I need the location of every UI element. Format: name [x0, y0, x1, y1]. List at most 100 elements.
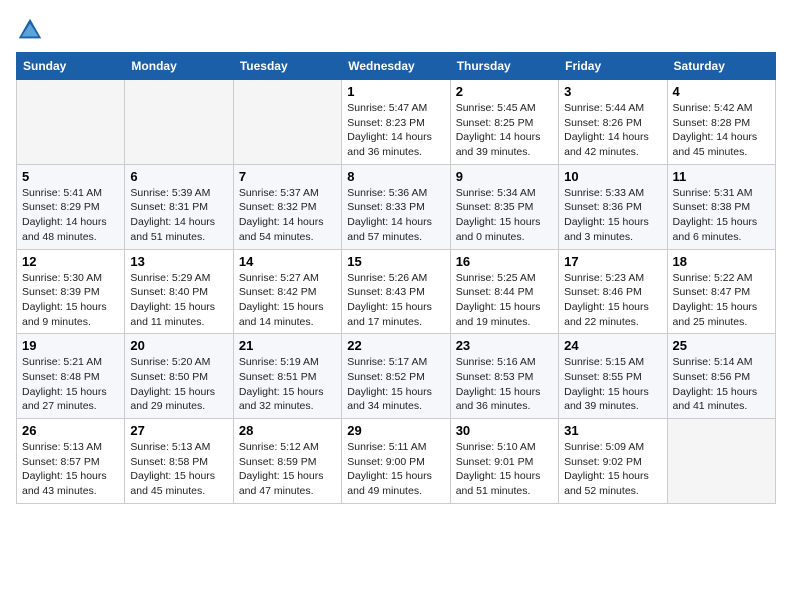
- day-info: Sunrise: 5:29 AM Sunset: 8:40 PM Dayligh…: [130, 271, 227, 330]
- day-info: Sunrise: 5:23 AM Sunset: 8:46 PM Dayligh…: [564, 271, 661, 330]
- day-number: 19: [22, 338, 119, 353]
- day-cell: 12Sunrise: 5:30 AM Sunset: 8:39 PM Dayli…: [17, 249, 125, 334]
- day-cell: 3 Sunrise: 5:44 AM Sunset: 8:26 PM Daylig…: [559, 80, 667, 165]
- day-info: Sunrise: 5:15 AM Sunset: 8:55 PM Dayligh…: [564, 355, 661, 414]
- day-cell: 9 Sunrise: 5:34 AM Sunset: 8:35 PM Daylig…: [450, 164, 558, 249]
- day-info: Sunrise: 5:13 AM Sunset: 8:57 PM Dayligh…: [22, 440, 119, 499]
- day-info: Sunrise: 5:14 AM Sunset: 8:56 PM Dayligh…: [673, 355, 770, 414]
- day-cell: 20 Sunrise: 5:20 AM Sunset: 8:50 PM Dayli…: [125, 334, 233, 419]
- day-number: 17: [564, 254, 661, 269]
- day-cell: 23 Sunrise: 5:16 AM Sunset: 8:53 PM Dayli…: [450, 334, 558, 419]
- day-number: 23: [456, 338, 553, 353]
- day-info: Sunrise: 5:12 AM Sunset: 8:59 PM Dayligh…: [239, 440, 336, 499]
- day-cell: 14 Sunrise: 5:27 AM Sunset: 8:42 PM Dayli…: [233, 249, 341, 334]
- day-cell: 18 Sunrise: 5:22 AM Sunset: 8:47 PM Dayli…: [667, 249, 775, 334]
- day-number: 14: [239, 254, 336, 269]
- day-info: Sunrise: 5:16 AM Sunset: 8:53 PM Dayligh…: [456, 355, 553, 414]
- day-number: 3: [564, 84, 661, 99]
- day-cell: 31Sunrise: 5:09 AM Sunset: 9:02 PM Dayli…: [559, 419, 667, 504]
- day-number: 13: [130, 254, 227, 269]
- day-info: Sunrise: 5:19 AM Sunset: 8:51 PM Dayligh…: [239, 355, 336, 414]
- day-number: 29: [347, 423, 444, 438]
- day-cell: 29Sunrise: 5:11 AM Sunset: 9:00 PM Dayli…: [342, 419, 450, 504]
- day-number: 4: [673, 84, 770, 99]
- column-header-monday: Monday: [125, 53, 233, 80]
- day-number: 31: [564, 423, 661, 438]
- day-info: Sunrise: 5:45 AM Sunset: 8:25 PM Dayligh…: [456, 101, 553, 160]
- day-info: Sunrise: 5:33 AM Sunset: 8:36 PM Dayligh…: [564, 186, 661, 245]
- day-number: 26: [22, 423, 119, 438]
- day-cell: 27 Sunrise: 5:13 AM Sunset: 8:58 PM Dayli…: [125, 419, 233, 504]
- day-cell: 10 Sunrise: 5:33 AM Sunset: 8:36 PM Dayli…: [559, 164, 667, 249]
- day-number: 9: [456, 169, 553, 184]
- day-number: 16: [456, 254, 553, 269]
- day-cell: 28Sunrise: 5:12 AM Sunset: 8:59 PM Dayli…: [233, 419, 341, 504]
- day-cell: 25 Sunrise: 5:14 AM Sunset: 8:56 PM Dayli…: [667, 334, 775, 419]
- day-info: Sunrise: 5:26 AM Sunset: 8:43 PM Dayligh…: [347, 271, 444, 330]
- day-cell: 8 Sunrise: 5:36 AM Sunset: 8:33 PM Daylig…: [342, 164, 450, 249]
- column-header-sunday: Sunday: [17, 53, 125, 80]
- week-row-1: 1 Sunrise: 5:47 AM Sunset: 8:23 PM Daylig…: [17, 80, 776, 165]
- day-info: Sunrise: 5:31 AM Sunset: 8:38 PM Dayligh…: [673, 186, 770, 245]
- day-info: Sunrise: 5:41 AM Sunset: 8:29 PM Dayligh…: [22, 186, 119, 245]
- column-header-saturday: Saturday: [667, 53, 775, 80]
- day-number: 18: [673, 254, 770, 269]
- day-info: Sunrise: 5:36 AM Sunset: 8:33 PM Dayligh…: [347, 186, 444, 245]
- day-info: Sunrise: 5:13 AM Sunset: 8:58 PM Dayligh…: [130, 440, 227, 499]
- day-info: Sunrise: 5:44 AM Sunset: 8:26 PM Dayligh…: [564, 101, 661, 160]
- day-cell: 4 Sunrise: 5:42 AM Sunset: 8:28 PM Daylig…: [667, 80, 775, 165]
- logo-icon: [16, 16, 44, 44]
- day-cell: 19Sunrise: 5:21 AM Sunset: 8:48 PM Dayli…: [17, 334, 125, 419]
- week-row-4: 19Sunrise: 5:21 AM Sunset: 8:48 PM Dayli…: [17, 334, 776, 419]
- day-cell: 24 Sunrise: 5:15 AM Sunset: 8:55 PM Dayli…: [559, 334, 667, 419]
- header: [16, 16, 776, 44]
- day-info: Sunrise: 5:34 AM Sunset: 8:35 PM Dayligh…: [456, 186, 553, 245]
- day-number: 25: [673, 338, 770, 353]
- week-row-5: 26 Sunrise: 5:13 AM Sunset: 8:57 PM Dayli…: [17, 419, 776, 504]
- week-row-2: 5 Sunrise: 5:41 AM Sunset: 8:29 PM Daylig…: [17, 164, 776, 249]
- day-number: 7: [239, 169, 336, 184]
- day-cell: 22 Sunrise: 5:17 AM Sunset: 8:52 PM Dayli…: [342, 334, 450, 419]
- day-number: 22: [347, 338, 444, 353]
- calendar: SundayMondayTuesdayWednesdayThursdayFrid…: [16, 52, 776, 504]
- calendar-header-row: SundayMondayTuesdayWednesdayThursdayFrid…: [17, 53, 776, 80]
- day-number: 30: [456, 423, 553, 438]
- day-info: Sunrise: 5:10 AM Sunset: 9:01 PM Dayligh…: [456, 440, 553, 499]
- day-cell: 6Sunrise: 5:39 AM Sunset: 8:31 PM Daylig…: [125, 164, 233, 249]
- day-number: 15: [347, 254, 444, 269]
- column-header-tuesday: Tuesday: [233, 53, 341, 80]
- day-cell: 15 Sunrise: 5:26 AM Sunset: 8:43 PM Dayli…: [342, 249, 450, 334]
- day-number: 20: [130, 338, 227, 353]
- day-cell: [667, 419, 775, 504]
- day-info: Sunrise: 5:47 AM Sunset: 8:23 PM Dayligh…: [347, 101, 444, 160]
- day-number: 2: [456, 84, 553, 99]
- day-cell: 17 Sunrise: 5:23 AM Sunset: 8:46 PM Dayli…: [559, 249, 667, 334]
- day-number: 27: [130, 423, 227, 438]
- day-info: Sunrise: 5:20 AM Sunset: 8:50 PM Dayligh…: [130, 355, 227, 414]
- day-info: Sunrise: 5:22 AM Sunset: 8:47 PM Dayligh…: [673, 271, 770, 330]
- day-cell: 21 Sunrise: 5:19 AM Sunset: 8:51 PM Dayli…: [233, 334, 341, 419]
- day-cell: 16Sunrise: 5:25 AM Sunset: 8:44 PM Dayli…: [450, 249, 558, 334]
- day-number: 12: [22, 254, 119, 269]
- day-info: Sunrise: 5:27 AM Sunset: 8:42 PM Dayligh…: [239, 271, 336, 330]
- day-number: 5: [22, 169, 119, 184]
- logo: [16, 16, 48, 44]
- day-number: 1: [347, 84, 444, 99]
- day-number: 21: [239, 338, 336, 353]
- day-cell: 2 Sunrise: 5:45 AM Sunset: 8:25 PM Daylig…: [450, 80, 558, 165]
- column-header-wednesday: Wednesday: [342, 53, 450, 80]
- day-cell: 11Sunrise: 5:31 AM Sunset: 8:38 PM Dayli…: [667, 164, 775, 249]
- day-number: 8: [347, 169, 444, 184]
- day-number: 24: [564, 338, 661, 353]
- day-cell: 26 Sunrise: 5:13 AM Sunset: 8:57 PM Dayli…: [17, 419, 125, 504]
- day-cell: [17, 80, 125, 165]
- day-info: Sunrise: 5:17 AM Sunset: 8:52 PM Dayligh…: [347, 355, 444, 414]
- day-cell: 1 Sunrise: 5:47 AM Sunset: 8:23 PM Daylig…: [342, 80, 450, 165]
- day-number: 10: [564, 169, 661, 184]
- column-header-friday: Friday: [559, 53, 667, 80]
- day-cell: [233, 80, 341, 165]
- day-info: Sunrise: 5:37 AM Sunset: 8:32 PM Dayligh…: [239, 186, 336, 245]
- day-info: Sunrise: 5:39 AM Sunset: 8:31 PM Dayligh…: [130, 186, 227, 245]
- day-cell: [125, 80, 233, 165]
- day-info: Sunrise: 5:42 AM Sunset: 8:28 PM Dayligh…: [673, 101, 770, 160]
